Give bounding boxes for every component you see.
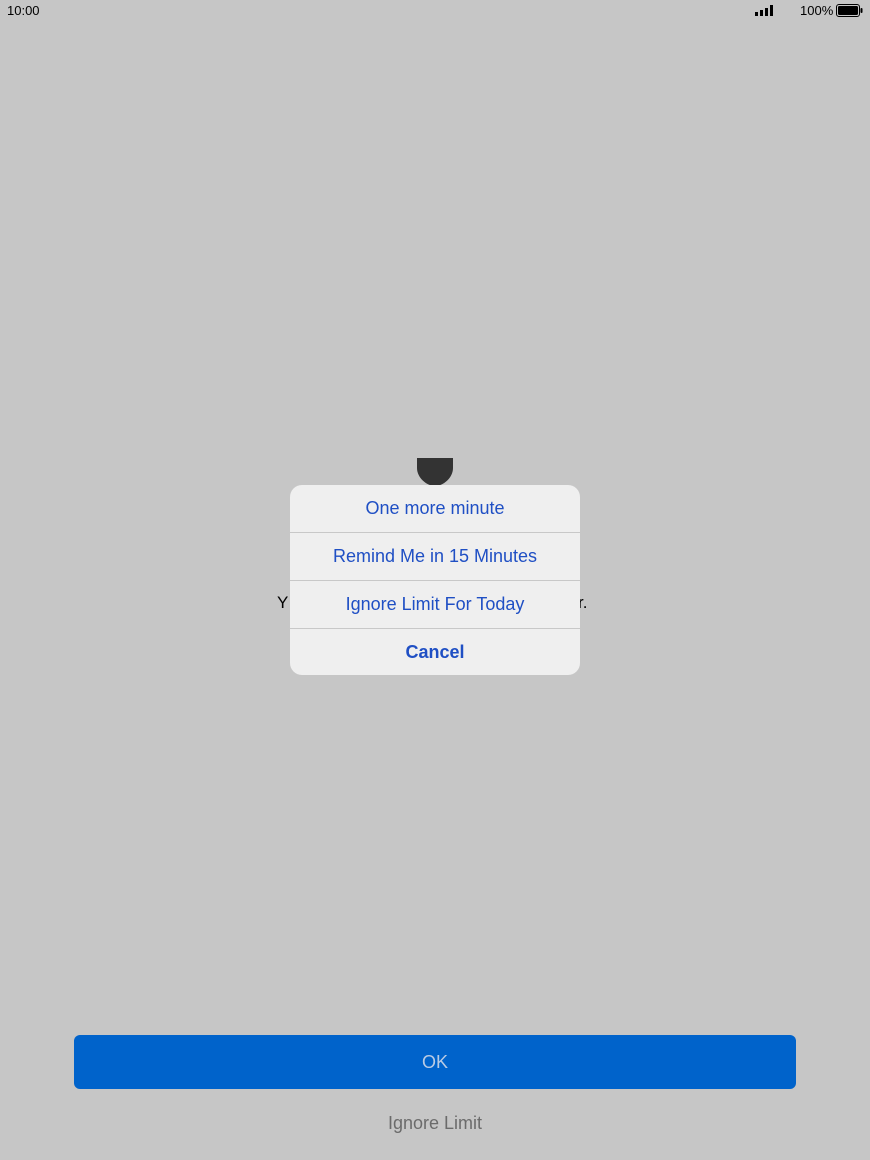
ok-button[interactable]: OK bbox=[74, 1035, 796, 1089]
status-bar: 10:00 100% bbox=[0, 0, 870, 22]
cancel-button[interactable]: Cancel bbox=[290, 629, 580, 675]
limit-message-fragment-left: Y bbox=[277, 593, 289, 612]
action-menu: One more minute Remind Me in 15 Minutes … bbox=[290, 485, 580, 675]
battery-full-icon bbox=[836, 4, 863, 17]
remind-15-minutes-button[interactable]: Remind Me in 15 Minutes bbox=[290, 533, 580, 581]
battery-percent: 100% bbox=[800, 3, 834, 18]
ignore-limit-button[interactable]: Ignore Limit bbox=[0, 1113, 870, 1134]
status-time: 10:00 bbox=[7, 3, 40, 18]
ignore-limit-today-button[interactable]: Ignore Limit For Today bbox=[290, 581, 580, 629]
hourglass-icon bbox=[417, 458, 453, 486]
one-more-minute-button[interactable]: One more minute bbox=[290, 485, 580, 533]
signal-bars-icon bbox=[755, 5, 773, 16]
